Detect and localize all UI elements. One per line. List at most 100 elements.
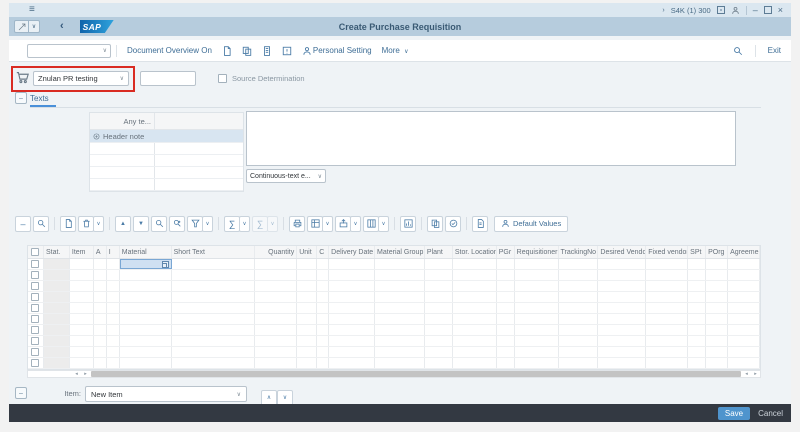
grid-cell[interactable] bbox=[317, 314, 329, 324]
grid-cell[interactable] bbox=[453, 259, 497, 269]
row-checkbox[interactable] bbox=[31, 293, 39, 301]
help-icon[interactable] bbox=[282, 46, 292, 56]
tab-texts[interactable]: Texts bbox=[30, 94, 49, 103]
grid-cell[interactable] bbox=[317, 325, 329, 335]
views-dropdown-icon[interactable]: ∨ bbox=[322, 216, 333, 232]
sum-icon[interactable]: ∑ bbox=[224, 216, 240, 232]
grid-cell[interactable] bbox=[375, 270, 425, 280]
grid-cell[interactable] bbox=[688, 281, 706, 291]
text-editor-area[interactable] bbox=[246, 111, 736, 166]
horizontal-scrollbar[interactable]: ◂ ▸ ◂ ▸ bbox=[27, 370, 761, 378]
export-icon[interactable] bbox=[335, 216, 351, 232]
grid-cell[interactable] bbox=[497, 292, 515, 302]
grid-cell[interactable] bbox=[255, 336, 297, 346]
grid-cell[interactable] bbox=[120, 336, 172, 346]
more-menu-button[interactable]: More ∨ bbox=[382, 46, 409, 55]
export-dropdown-icon[interactable]: ∨ bbox=[350, 216, 361, 232]
expand-table-icon[interactable]: – bbox=[15, 216, 31, 232]
grid-cell[interactable] bbox=[497, 358, 515, 368]
grid-cell[interactable] bbox=[515, 314, 559, 324]
grid-cell[interactable] bbox=[70, 270, 94, 280]
grid-cell[interactable] bbox=[688, 336, 706, 346]
back-icon[interactable]: ‹ bbox=[60, 21, 64, 32]
grid-cell[interactable] bbox=[375, 336, 425, 346]
grid-cell[interactable] bbox=[317, 259, 329, 269]
personal-setting-icon[interactable] bbox=[302, 46, 312, 56]
column-header-unit[interactable]: Unit bbox=[297, 246, 317, 258]
grid-cell[interactable] bbox=[728, 270, 760, 280]
row-checkbox[interactable] bbox=[31, 304, 39, 312]
row-select-cell[interactable] bbox=[28, 270, 44, 280]
row-select-cell[interactable] bbox=[28, 347, 44, 357]
grid-cell[interactable] bbox=[44, 358, 70, 368]
grid-cell[interactable] bbox=[375, 358, 425, 368]
copy-document-icon[interactable] bbox=[242, 46, 252, 56]
grid-cell[interactable] bbox=[172, 303, 256, 313]
scroll-right-icon[interactable]: ▸ bbox=[81, 371, 90, 377]
delete-dropdown-icon[interactable]: ∨ bbox=[93, 216, 104, 232]
grid-cell[interactable] bbox=[375, 259, 425, 269]
grid-cell[interactable] bbox=[329, 281, 375, 291]
grid-cell[interactable] bbox=[329, 259, 375, 269]
grid-cell[interactable] bbox=[255, 358, 297, 368]
grid-cell[interactable] bbox=[120, 358, 172, 368]
grid-cell[interactable] bbox=[44, 259, 70, 269]
grid-cell[interactable] bbox=[297, 259, 317, 269]
grid-cell[interactable] bbox=[172, 259, 256, 269]
row-select-cell[interactable] bbox=[28, 292, 44, 302]
grid-cell[interactable] bbox=[598, 358, 646, 368]
row-checkbox[interactable] bbox=[31, 359, 39, 367]
column-header-stat-[interactable]: Stat. bbox=[44, 246, 70, 258]
grid-cell[interactable] bbox=[453, 358, 497, 368]
grid-cell[interactable] bbox=[706, 336, 728, 346]
expand-chevron-icon[interactable]: › bbox=[662, 7, 664, 14]
grid-cell[interactable] bbox=[375, 325, 425, 335]
document-overview-button[interactable]: Document Overview On bbox=[127, 46, 212, 55]
grid-cell[interactable] bbox=[688, 259, 706, 269]
grid-cell[interactable] bbox=[497, 281, 515, 291]
grid-cell[interactable] bbox=[515, 259, 559, 269]
grid-cell[interactable] bbox=[329, 325, 375, 335]
grid-cell[interactable] bbox=[646, 336, 688, 346]
grid-cell[interactable] bbox=[44, 325, 70, 335]
grid-cell[interactable] bbox=[453, 347, 497, 357]
grid-cell[interactable] bbox=[497, 270, 515, 280]
grid-cell[interactable] bbox=[646, 325, 688, 335]
grid-cell[interactable] bbox=[706, 303, 728, 313]
row-checkbox[interactable] bbox=[31, 337, 39, 345]
grid-cell[interactable] bbox=[598, 292, 646, 302]
grid-cell[interactable] bbox=[107, 303, 120, 313]
notes-icon[interactable] bbox=[472, 216, 488, 232]
grid-cell[interactable] bbox=[688, 270, 706, 280]
header-field-input[interactable] bbox=[140, 71, 196, 86]
row-select-cell[interactable] bbox=[28, 325, 44, 335]
gui-layout-menu[interactable]: ∨ bbox=[14, 20, 40, 33]
texts-row-header-note[interactable]: Header note bbox=[90, 130, 243, 143]
maximize-icon[interactable] bbox=[764, 6, 772, 14]
grid-cell[interactable] bbox=[297, 325, 317, 335]
grid-cell[interactable] bbox=[425, 303, 453, 313]
grid-cell[interactable] bbox=[172, 281, 256, 291]
grid-cell[interactable] bbox=[70, 303, 94, 313]
grid-cell[interactable] bbox=[255, 270, 297, 280]
row-checkbox[interactable] bbox=[31, 315, 39, 323]
grid-cell[interactable] bbox=[255, 259, 297, 269]
column-header-delivery-date[interactable]: Delivery Date bbox=[329, 246, 375, 258]
grid-cell[interactable] bbox=[453, 314, 497, 324]
grid-cell[interactable] bbox=[515, 347, 559, 357]
grid-cell[interactable] bbox=[329, 270, 375, 280]
row-select-cell[interactable] bbox=[28, 358, 44, 368]
grid-cell[interactable] bbox=[70, 281, 94, 291]
grid-cell[interactable] bbox=[598, 347, 646, 357]
grid-cell[interactable] bbox=[425, 336, 453, 346]
column-header-stor-location[interactable]: Stor. Location bbox=[453, 246, 497, 258]
texts-empty-row[interactable] bbox=[90, 143, 243, 155]
select-all-checkbox[interactable] bbox=[31, 248, 39, 256]
material-cell-focused[interactable] bbox=[120, 259, 172, 269]
grid-cell[interactable] bbox=[598, 314, 646, 324]
grid-cell[interactable] bbox=[688, 358, 706, 368]
texts-cell[interactable] bbox=[155, 155, 243, 166]
grid-cell[interactable] bbox=[44, 281, 70, 291]
grid-cell[interactable] bbox=[255, 292, 297, 302]
texts-column-header[interactable]: Any te... bbox=[90, 113, 155, 129]
